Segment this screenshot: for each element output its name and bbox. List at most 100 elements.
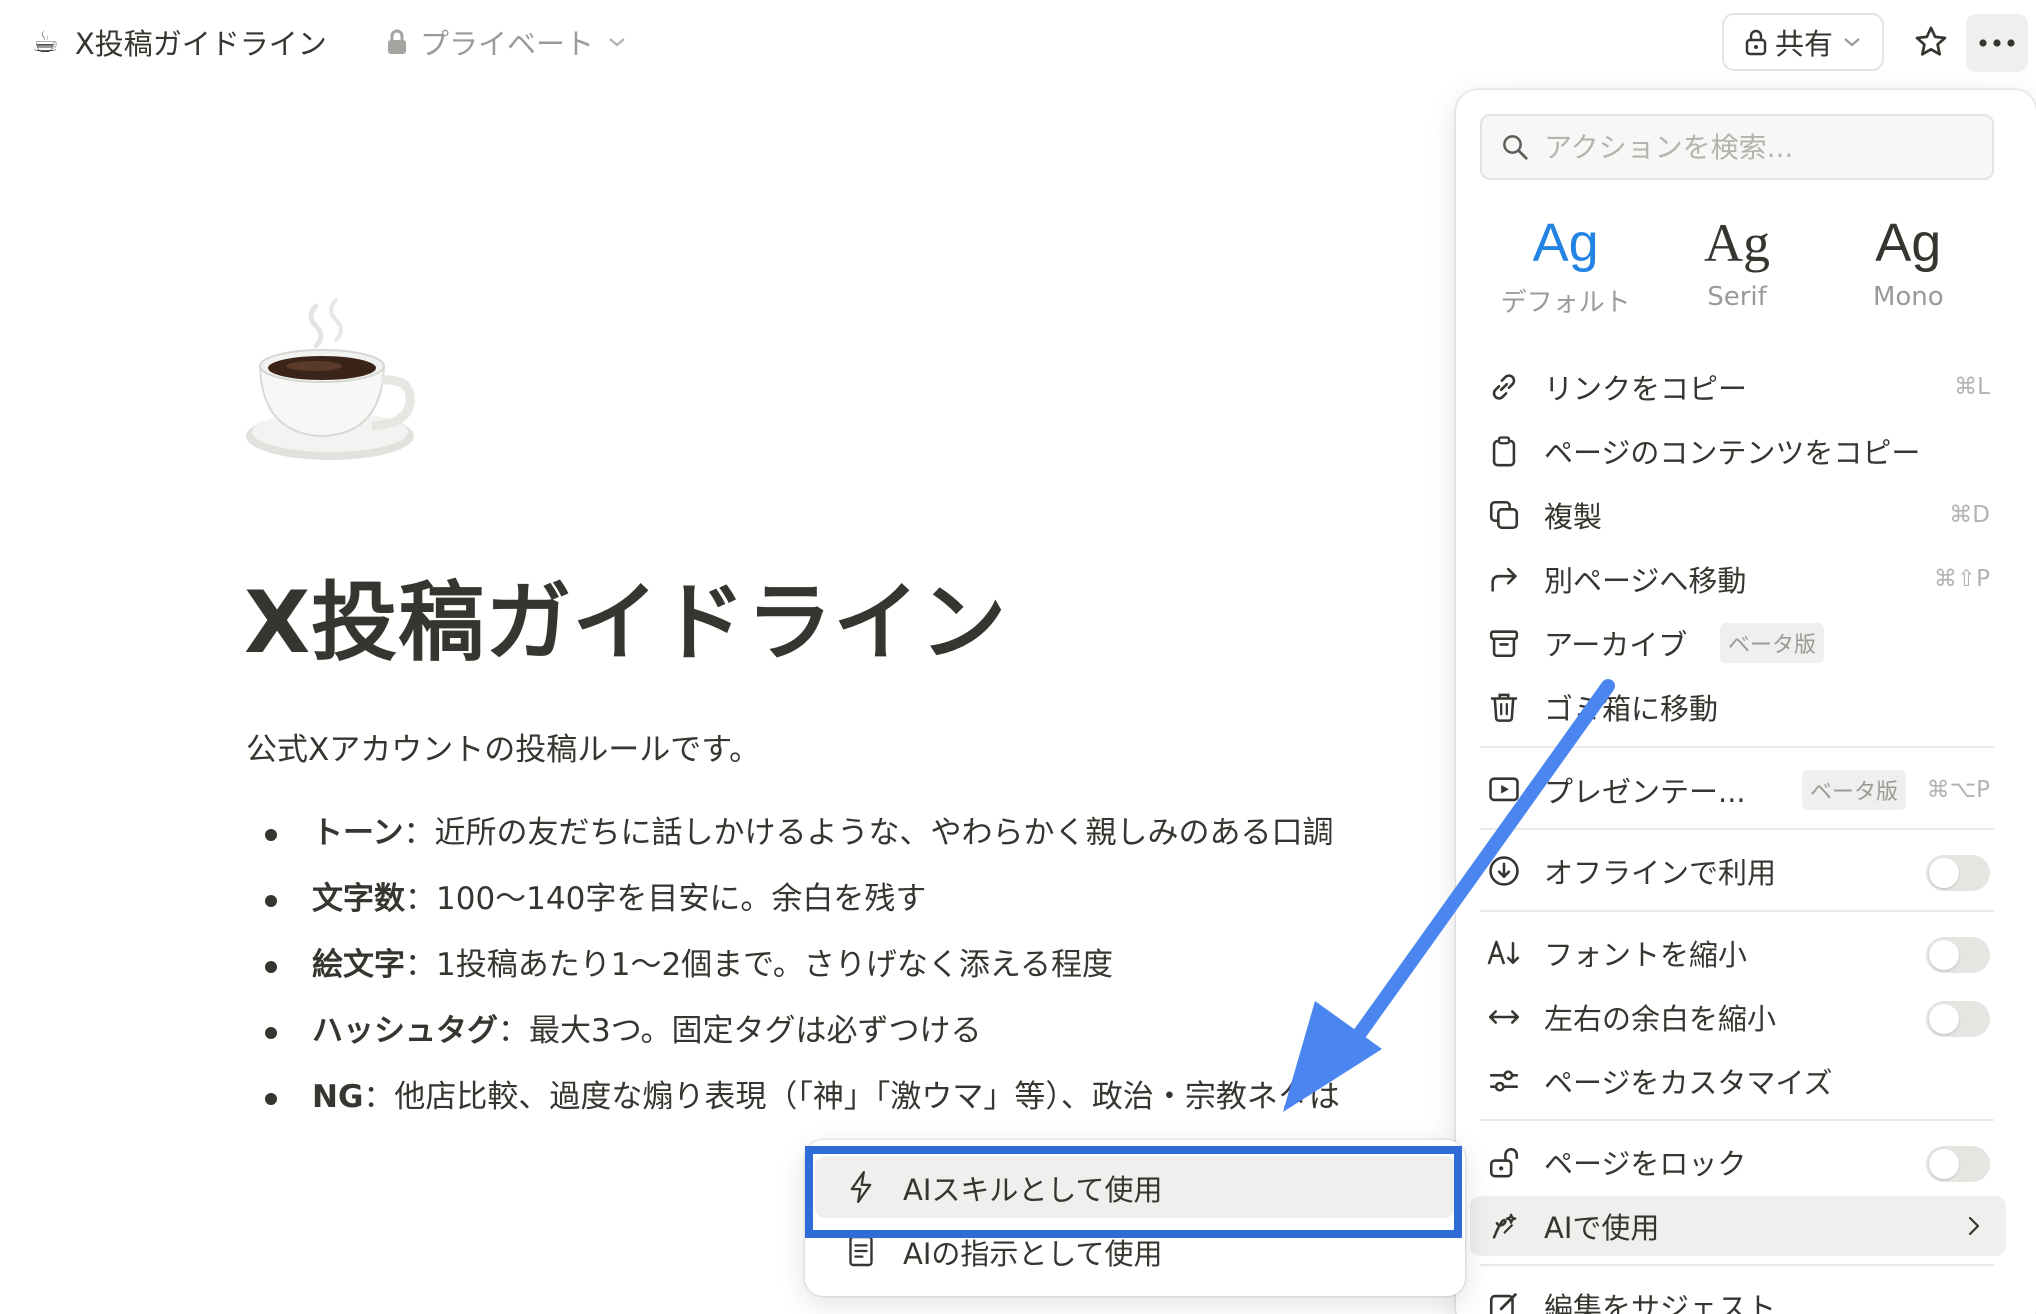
menu-item-duplicate[interactable]: 複製 ⌘D: [1470, 485, 2006, 545]
menu-item-present[interactable]: プレゼンテー... ベータ版 ⌘⌥P: [1470, 760, 2006, 820]
font-sample: Ag: [1875, 213, 1942, 273]
shortcut-label: ⌘D: [1949, 502, 1990, 528]
breadcrumb-title: X投稿ガイドライン: [74, 27, 327, 61]
page-title[interactable]: X投稿ガイドライン: [244, 552, 1007, 677]
menu-item-lock[interactable]: ページをロック: [1470, 1132, 2006, 1192]
edit-icon: [1489, 1293, 1517, 1314]
list-item-term: ハッシュタグ: [312, 1013, 498, 1049]
guideline-list: トーン：近所の友だちに話しかけるような、やわらかく親しみのある口調 文字数：10…: [254, 806, 1464, 1136]
menu-divider: [1480, 1264, 1994, 1266]
action-search-input[interactable]: [1544, 130, 1964, 164]
menu-item-archive[interactable]: アーカイブ ベータ版: [1470, 613, 2006, 673]
full-width-toggle[interactable]: [1926, 1001, 1990, 1037]
share-label: 共有: [1774, 27, 1833, 61]
duplicate-icon: [1489, 500, 1519, 530]
small-text-toggle[interactable]: [1926, 937, 1990, 973]
menu-item-label: ページをロック: [1544, 1147, 1747, 1181]
archive-icon: [1489, 630, 1519, 658]
list-item-term: NG: [312, 1079, 364, 1115]
font-option-default[interactable]: Ag デフォルト: [1480, 208, 1651, 328]
list-item[interactable]: 絵文字：1投稿あたり1〜2個まで。さりげなく添える程度: [254, 938, 1464, 1004]
top-bar: ☕ X投稿ガイドライン プライベート 共有: [0, 0, 2036, 84]
font-option-mono[interactable]: Ag Mono: [1823, 208, 1994, 328]
intro-paragraph[interactable]: 公式Xアカウントの投稿ルールです。: [246, 724, 760, 769]
menu-item-label: オフラインで利用: [1544, 856, 1777, 890]
list-item[interactable]: トーン：近所の友だちに話しかけるような、やわらかく親しみのある口調: [254, 806, 1464, 872]
font-option-serif[interactable]: Ag Serif: [1651, 208, 1822, 328]
download-icon: [1489, 856, 1519, 886]
clipboard-icon: [1492, 436, 1516, 467]
menu-item-label: 複製: [1544, 500, 1603, 534]
page-options-menu: Ag デフォルト Ag Serif Ag Mono リンクをコピー ⌘L ページ…: [1456, 90, 2036, 1314]
breadcrumb-page[interactable]: ☕ X投稿ガイドライン: [32, 20, 327, 64]
list-item[interactable]: NG：他店比較、過度な煽り表現（「神」「激ウマ」等）、政治・宗教ネタは: [254, 1070, 1464, 1136]
menu-item-label: ページのコンテンツをコピー: [1544, 436, 1921, 470]
menu-divider: [1480, 828, 1994, 830]
highlight-annotation-box: [805, 1146, 1462, 1238]
sliders-icon: [1489, 1070, 1519, 1092]
unlock-icon: [1489, 1148, 1519, 1178]
chevron-down-icon: [1844, 38, 1860, 47]
list-item-term: トーン: [312, 815, 404, 851]
page-icon-coffee[interactable]: [238, 296, 418, 466]
menu-item-label: 別ページへ移動: [1544, 564, 1747, 598]
action-search-box: [1480, 114, 1994, 180]
shortcut-label: ⌘⌥P: [1926, 777, 1990, 803]
font-sample: Ag: [1532, 213, 1599, 273]
list-item-text: ：100〜140字を目安に。余白を残す: [405, 881, 927, 917]
shortcut-label: ⌘⇧P: [1933, 566, 1990, 592]
share-button[interactable]: 共有: [1722, 13, 1884, 71]
list-item[interactable]: 文字数：100〜140字を目安に。余白を残す: [254, 872, 1464, 938]
menu-item-trash[interactable]: ゴミ箱に移動: [1470, 677, 2006, 737]
link-icon: [1492, 374, 1516, 400]
menu-item-copy-link[interactable]: リンクをコピー ⌘L: [1470, 357, 2006, 417]
beta-badge: ベータ版: [1802, 770, 1907, 810]
list-item-text: ：最大3つ。固定タグは必ずつける: [498, 1013, 982, 1049]
star-icon: [1915, 26, 1947, 56]
present-icon: [1489, 777, 1519, 802]
menu-item-suggest-edits[interactable]: 編集をサジェスト: [1470, 1276, 2006, 1314]
lock-toggle[interactable]: [1926, 1146, 1990, 1182]
coffee-emoji-icon: ☕: [32, 24, 59, 60]
menu-item-label: AIで使用: [1544, 1211, 1660, 1245]
privacy-selector[interactable]: プライベート: [386, 20, 638, 64]
menu-item-small-text[interactable]: フォントを縮小: [1470, 923, 2006, 983]
list-item-text: ：1投稿あたり1〜2個まで。さりげなく添える程度: [405, 947, 1113, 983]
list-item[interactable]: ハッシュタグ：最大3つ。固定タグは必ずつける: [254, 1004, 1464, 1070]
ai-icon: [1492, 1213, 1517, 1239]
menu-item-label: 編集をサジェスト: [1544, 1291, 1777, 1314]
menu-item-label: プレゼンテー...: [1544, 775, 1746, 809]
menu-item-copy-contents[interactable]: ページのコンテンツをコピー: [1470, 421, 2006, 481]
list-item-term: 絵文字: [312, 947, 405, 983]
font-label: Serif: [1707, 282, 1767, 312]
move-arrow-icon: [1491, 567, 1517, 592]
menu-item-label: ゴミ箱に移動: [1544, 692, 1719, 726]
menu-item-customize[interactable]: ページをカスタマイズ: [1470, 1051, 2006, 1111]
width-arrows-icon: [1488, 1010, 1520, 1024]
menu-item-use-with-ai[interactable]: AIで使用: [1470, 1196, 2006, 1256]
document-icon: [849, 1235, 873, 1267]
font-style-picker: Ag デフォルト Ag Serif Ag Mono: [1480, 208, 1994, 328]
list-item-text: ：他店比較、過度な煽り表現（「神」「激ウマ」等）、政治・宗教ネタは: [363, 1079, 1340, 1115]
menu-item-label: リンクをコピー: [1544, 372, 1748, 406]
beta-badge: ベータ版: [1720, 623, 1825, 663]
more-options-button[interactable]: [1966, 14, 2028, 72]
lock-outline-icon: [1745, 29, 1767, 56]
menu-item-offline[interactable]: オフラインで利用: [1470, 841, 2006, 901]
menu-item-label: アーカイブ: [1544, 628, 1688, 662]
list-item-term: 文字数: [312, 881, 405, 917]
shortcut-label: ⌘L: [1954, 374, 1990, 400]
offline-toggle[interactable]: [1926, 855, 1990, 891]
favorite-button[interactable]: [1906, 17, 1956, 67]
chevron-right-icon: [1968, 1216, 1980, 1236]
menu-item-label: フォントを縮小: [1544, 938, 1748, 972]
font-shrink-icon: [1487, 940, 1520, 965]
menu-item-move-to[interactable]: 別ページへ移動 ⌘⇧P: [1470, 549, 2006, 609]
menu-item-full-width[interactable]: 左右の余白を縮小: [1470, 987, 2006, 1047]
list-item-text: ：近所の友だちに話しかけるような、やわらかく親しみのある口調: [403, 815, 1334, 851]
chevron-down-icon: [609, 38, 625, 47]
more-dots-icon: [1979, 39, 2015, 47]
coffee-cup-icon: [246, 298, 415, 460]
font-label: Mono: [1872, 282, 1944, 312]
privacy-label: プライベート: [420, 27, 595, 61]
